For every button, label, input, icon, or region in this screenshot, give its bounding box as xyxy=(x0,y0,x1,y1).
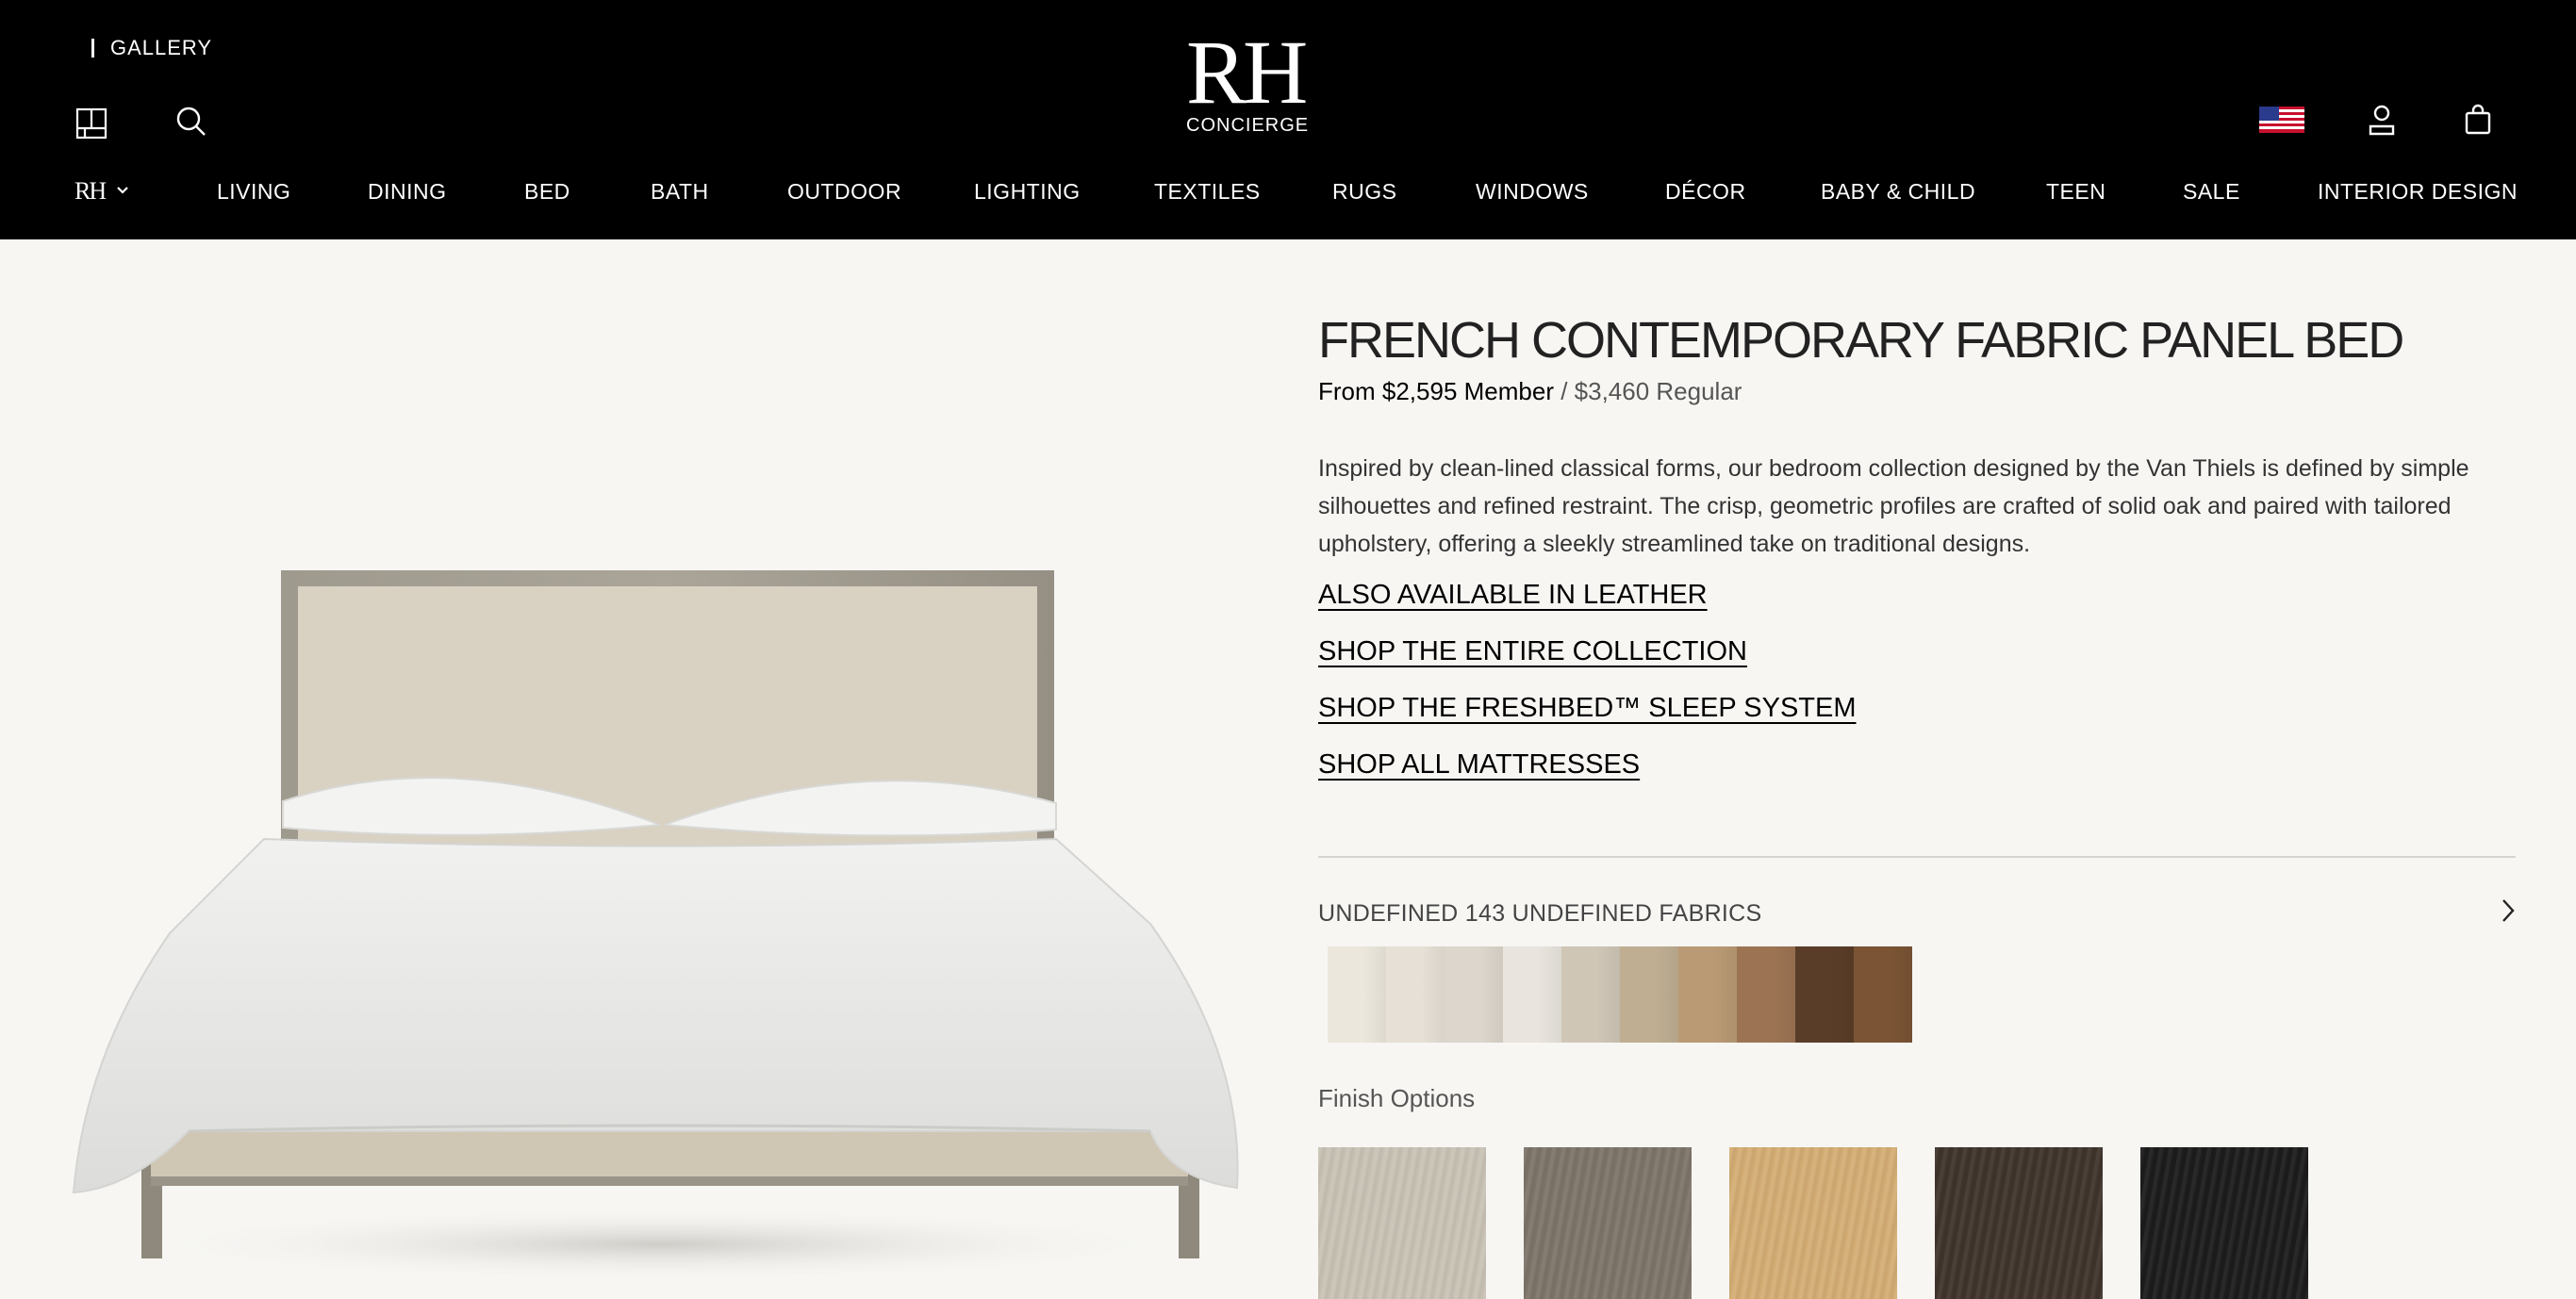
site-header: GALLERY RH CONCIERGE RH LIVING DINING BE… xyxy=(0,0,2576,239)
floorplan-icon[interactable] xyxy=(74,106,109,141)
fabric-swatches xyxy=(1328,946,1912,1043)
shopping-bag-icon[interactable] xyxy=(2461,102,2495,138)
gallery-link[interactable]: GALLERY xyxy=(91,36,212,60)
finish-swatch[interactable] xyxy=(1729,1147,1897,1299)
product-details: FRENCH CONTEMPORARY FABRIC PANEL BED Fro… xyxy=(1318,311,2516,806)
fabric-swatch[interactable] xyxy=(1503,946,1561,1043)
main-nav: RH LIVING DINING BED BATH OUTDOOR LIGHTI… xyxy=(0,173,2576,211)
finish-swatch[interactable] xyxy=(1935,1147,2103,1299)
finish-swatch[interactable] xyxy=(2140,1147,2308,1299)
nav-item-lighting[interactable]: LIGHTING xyxy=(974,179,1081,205)
nav-item-rugs[interactable]: RUGS xyxy=(1332,179,1396,205)
fabric-swatch[interactable] xyxy=(1854,946,1912,1043)
price-regular: $3,460 Regular xyxy=(1574,377,1742,405)
price-member: From $2,595 Member xyxy=(1318,377,1554,405)
product-image[interactable] xyxy=(57,528,1254,1299)
fabric-swatch[interactable] xyxy=(1386,946,1445,1043)
fabric-swatch[interactable] xyxy=(1620,946,1678,1043)
brand-menu-mark: RH xyxy=(74,177,107,205)
nav-item-bed[interactable]: BED xyxy=(524,179,570,205)
nav-item-windows[interactable]: WINDOWS xyxy=(1476,179,1589,205)
nav-item-textiles[interactable]: TEXTILES xyxy=(1154,179,1261,205)
link-leather[interactable]: ALSO AVAILABLE IN LEATHER xyxy=(1318,580,2516,612)
logo-main: RH xyxy=(1186,22,1308,123)
brand-menu-button[interactable]: RH xyxy=(74,177,129,206)
fabrics-label: UNDEFINED 143 UNDEFINED FABRICS xyxy=(1318,900,1762,927)
fabric-swatch[interactable] xyxy=(1795,946,1854,1043)
product-links: ALSO AVAILABLE IN LEATHER SHOP THE ENTIR… xyxy=(1318,580,2516,781)
chevron-right-icon[interactable] xyxy=(2501,897,2516,930)
gallery-divider xyxy=(91,39,94,58)
nav-item-outdoor[interactable]: OUTDOOR xyxy=(787,179,901,205)
logo-sub: CONCIERGE xyxy=(1186,115,1310,136)
nav-item-living[interactable]: LIVING xyxy=(217,179,290,205)
fabric-swatch[interactable] xyxy=(1328,946,1386,1043)
link-freshbed[interactable]: SHOP THE FRESHBED™ SLEEP SYSTEM xyxy=(1318,693,2516,725)
link-entire-collection[interactable]: SHOP THE ENTIRE COLLECTION xyxy=(1318,636,2516,668)
us-flag-icon[interactable] xyxy=(2258,106,2305,134)
nav-item-baby-child[interactable]: BABY & CHILD xyxy=(1821,179,1975,205)
fabric-swatch[interactable] xyxy=(1445,946,1503,1043)
product-price: From $2,595 Member / $3,460 Regular xyxy=(1318,377,2516,406)
product-title: FRENCH CONTEMPORARY FABRIC PANEL BED xyxy=(1318,312,2404,369)
nav-item-interior-design[interactable]: INTERIOR DESIGN xyxy=(2318,179,2518,205)
fabric-swatch[interactable] xyxy=(1561,946,1620,1043)
price-separator: / xyxy=(1553,377,1575,405)
link-mattresses[interactable]: SHOP ALL MATTRESSES xyxy=(1318,749,2516,781)
fabric-swatch[interactable] xyxy=(1678,946,1737,1043)
fabric-swatch[interactable] xyxy=(1737,946,1795,1043)
account-icon[interactable] xyxy=(2365,102,2399,138)
nav-item-teen[interactable]: TEEN xyxy=(2046,179,2105,205)
section-divider xyxy=(1318,856,2516,858)
fabrics-header[interactable]: UNDEFINED 143 UNDEFINED FABRICS xyxy=(1318,897,2516,930)
finish-options-label: Finish Options xyxy=(1318,1084,1476,1112)
finish-swatch[interactable] xyxy=(1524,1147,1692,1299)
rh-logo[interactable]: RH CONCIERGE xyxy=(1186,22,1310,137)
finish-options xyxy=(1318,1147,2308,1299)
search-icon[interactable] xyxy=(173,104,209,140)
nav-item-dining[interactable]: DINING xyxy=(368,179,447,205)
finish-swatch[interactable] xyxy=(1318,1147,1486,1299)
product-description: Inspired by clean-lined classical forms,… xyxy=(1318,455,2469,557)
chevron-down-icon xyxy=(116,183,129,200)
gallery-label: GALLERY xyxy=(110,36,213,59)
nav-item-sale[interactable]: SALE xyxy=(2183,179,2240,205)
nav-item-bath[interactable]: BATH xyxy=(651,179,709,205)
nav-item-decor[interactable]: DÉCOR xyxy=(1665,179,1746,205)
